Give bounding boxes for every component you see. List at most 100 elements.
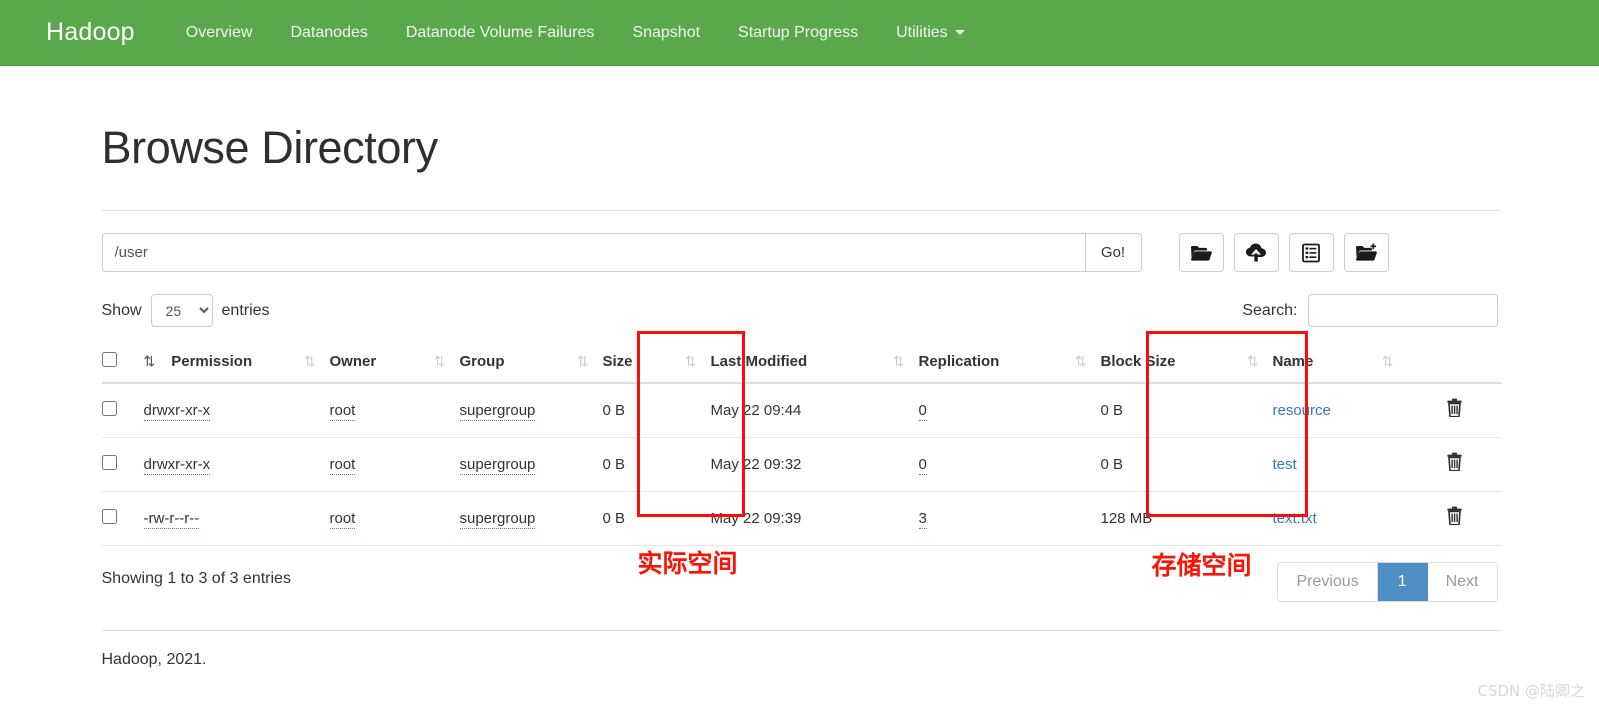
datatable-footer: Showing 1 to 3 of 3 entries Previous 1 N… [102,562,1498,602]
cell-owner: root [329,437,460,492]
cell-permission: -rw-r--r-- [143,491,330,546]
open-folder-icon [1190,244,1212,262]
cell-delete [1407,491,1502,546]
permission-value[interactable]: drwxr-xr-x [143,456,211,475]
trash-icon[interactable] [1446,398,1463,423]
upload-button[interactable] [1233,233,1279,272]
nav-link-overview[interactable]: Overview [167,24,272,42]
entries-label: entries [221,301,270,319]
column-group-label: Group [459,353,505,370]
table-header-row: ⇅ Permission ⇅ Owner ⇅ Group ⇅ Size ⇅ Las… [101,341,1502,384]
cell-delete [1407,437,1502,492]
table-row: -rw-r--r-- root supergroup 0 B May 22 09… [101,491,1502,546]
cell-group: supergroup [459,383,603,438]
table-body: drwxr-xr-x root supergroup 0 B May 22 09… [101,383,1502,546]
column-block-size[interactable]: Block Size ⇅ [1100,341,1273,384]
column-group[interactable]: Group ⇅ [459,341,603,384]
show-label: Show [101,301,142,319]
column-last-modified-label: Last Modified [710,353,808,370]
trash-icon[interactable] [1446,452,1463,477]
nav-link-datanode-volume-failures[interactable]: Datanode Volume Failures [387,24,614,42]
column-permission[interactable]: ⇅ Permission ⇅ [143,341,330,384]
create-directory-button[interactable] [1343,233,1389,272]
owner-value[interactable]: root [329,456,356,475]
table-row: drwxr-xr-x root supergroup 0 B May 22 09… [101,383,1502,438]
sort-both-icon: ⇅ [433,353,446,369]
sort-both-icon: ⇅ [1074,353,1087,369]
row-checkbox[interactable] [101,509,117,524]
cell-owner: root [329,383,460,438]
column-replication[interactable]: Replication ⇅ [918,341,1101,384]
column-owner[interactable]: Owner ⇅ [329,341,460,384]
footer-divider [101,630,1502,631]
column-name[interactable]: Name ⇅ [1272,341,1408,384]
cell-size: 0 B [602,383,711,438]
cell-last-modified: May 22 09:39 [710,491,919,546]
row-select-cell[interactable] [101,383,144,438]
path-input-group: Go! [101,233,1142,272]
cell-delete [1407,383,1502,438]
permission-value[interactable]: -rw-r--r-- [143,510,200,529]
file-tool-buttons [1178,233,1389,272]
cell-group: supergroup [459,491,603,546]
pagination-page-1[interactable]: 1 [1377,563,1428,601]
row-checkbox[interactable] [101,455,117,470]
file-name-link[interactable]: text.txt [1273,510,1317,527]
page-length-select[interactable]: 10 25 50 100 [150,294,213,327]
cloud-upload-icon [1245,243,1267,262]
file-name-link[interactable]: resource [1273,402,1331,419]
replication-value[interactable]: 0 [918,402,927,421]
open-folder-button[interactable] [1178,233,1224,272]
pagination-previous[interactable]: Previous [1278,563,1378,601]
go-button[interactable]: Go! [1084,233,1142,272]
annotation-label-size: 实际空间 [637,549,738,578]
column-select-all[interactable] [101,341,144,384]
group-value[interactable]: supergroup [459,456,536,475]
select-all-checkbox[interactable] [101,352,117,367]
chevron-down-icon [954,29,965,35]
search-input[interactable] [1307,294,1498,327]
file-name-link[interactable]: test [1273,456,1297,473]
footer-text: Hadoop, 2021. [101,651,207,668]
replication-value[interactable]: 0 [918,456,927,475]
column-size-label: Size [602,353,633,370]
row-select-cell[interactable] [101,491,144,546]
group-value[interactable]: supergroup [459,402,536,421]
owner-value[interactable]: root [329,510,356,529]
row-checkbox[interactable] [101,401,117,416]
sort-both-icon: ⇅ [303,353,316,369]
pagination-next[interactable]: Next [1427,563,1497,601]
sort-both-icon: ⇅ [1246,353,1259,369]
nav-link-startup-progress[interactable]: Startup Progress [719,24,877,42]
datatable-controls: Show 10 25 50 100 entries Search: [102,294,1498,327]
column-size[interactable]: Size ⇅ [602,341,711,384]
new-folder-icon [1355,243,1378,262]
column-block-size-label: Block Size [1100,353,1176,370]
main-container: Browse Directory Go! [100,122,1502,669]
cell-block-size: 128 MB [1100,491,1273,546]
trash-icon[interactable] [1446,506,1463,531]
cell-name: resource [1272,383,1408,438]
cell-group: supergroup [459,437,603,492]
nav-link-datanodes[interactable]: Datanodes [271,24,386,42]
owner-value[interactable]: root [329,402,356,421]
search-control: Search: [1242,294,1498,327]
sort-both-icon: ⇅ [1381,353,1394,369]
brand-hadoop[interactable]: Hadoop [46,18,135,47]
column-delete [1407,341,1502,384]
column-owner-label: Owner [329,353,377,370]
nav-link-utilities[interactable]: Utilities [877,24,984,42]
group-value[interactable]: supergroup [459,510,536,529]
cut-paste-button[interactable] [1288,233,1334,272]
row-select-cell[interactable] [101,437,144,492]
replication-value[interactable]: 3 [918,510,927,529]
sort-both-icon: ⇅ [892,353,905,369]
cell-replication: 0 [918,437,1101,492]
directory-path-input[interactable] [101,233,1085,272]
entries-length-control: Show 10 25 50 100 entries [102,294,270,327]
column-last-modified[interactable]: Last Modified ⇅ [710,341,919,384]
nav-link-snapshot[interactable]: Snapshot [613,24,719,42]
column-permission-label: Permission [171,353,253,370]
cell-replication: 3 [918,491,1101,546]
permission-value[interactable]: drwxr-xr-x [143,402,211,421]
